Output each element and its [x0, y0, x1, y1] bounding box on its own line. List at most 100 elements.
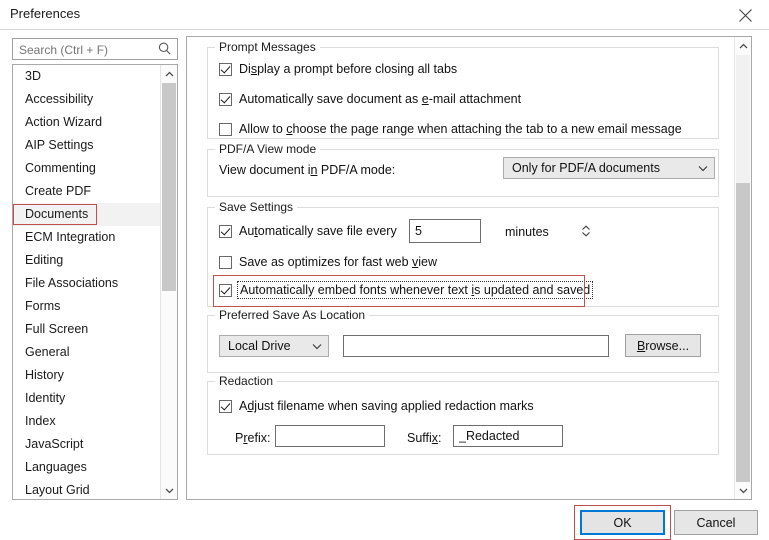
sidebar-item-action-wizard[interactable]: Action Wizard: [13, 111, 161, 134]
title-bar: Preferences: [0, 0, 769, 30]
label-prefix: Prefix:: [235, 431, 271, 445]
sidebar-item-label: JavaScript: [25, 437, 84, 451]
page-title: Preferences: [10, 6, 81, 21]
title-divider: [0, 29, 769, 30]
sidebar-item-label: AIP Settings: [25, 138, 94, 152]
checkbox-autosave-document-as-email-attachment[interactable]: Automatically save document as e-mail at…: [219, 92, 521, 106]
ok-button-label: OK: [613, 515, 632, 530]
sidebar-item-commenting[interactable]: Commenting: [13, 157, 161, 180]
dropdown-save-location-type[interactable]: Local Drive: [219, 335, 329, 357]
chevron-down-icon[interactable]: [735, 482, 751, 499]
label-view-document-in-pdfa-mode: View document in PDF/A mode:: [219, 163, 396, 177]
search-input[interactable]: [19, 41, 149, 59]
sidebar-item-label: Documents: [25, 207, 89, 221]
sidebar-item-3d[interactable]: 3D: [13, 65, 161, 88]
browse-button-label: Browse...: [636, 338, 690, 353]
group-title-pdfa-view-mode: PDF/A View mode: [215, 142, 321, 156]
checkbox-box[interactable]: [219, 92, 232, 106]
checkbox-box[interactable]: [219, 224, 232, 238]
sidebar-item-identity[interactable]: Identity: [13, 387, 161, 410]
stepper-buttons[interactable]: [581, 220, 591, 242]
sidebar-item-label: Create PDF: [25, 184, 91, 198]
category-list-items: 3D Accessibility Action Wizard AIP Setti…: [13, 65, 161, 499]
stepper-down-icon: [582, 232, 590, 237]
search-icon[interactable]: [158, 42, 171, 58]
settings-pane-scrollbar-track[interactable]: [736, 183, 750, 482]
chevron-up-icon[interactable]: [161, 65, 177, 82]
sidebar-item-layout-grid[interactable]: Layout Grid: [13, 479, 161, 499]
sidebar-item-editing[interactable]: Editing: [13, 249, 161, 272]
sidebar-item-forms[interactable]: Forms: [13, 295, 161, 318]
sidebar-item-label: Commenting: [25, 161, 96, 175]
label-suffix: Suffix:: [407, 431, 442, 445]
sidebar-item-label: 3D: [25, 69, 41, 83]
group-title-redaction: Redaction: [215, 374, 278, 388]
dropdown-pdfa-view-mode[interactable]: Only for PDF/A documents: [503, 157, 715, 179]
prefix-input[interactable]: [276, 426, 384, 446]
quantity-stepper-autosave-minutes[interactable]: [409, 219, 590, 243]
sidebar-item-history[interactable]: History: [13, 364, 161, 387]
chevron-down-icon[interactable]: [306, 343, 328, 350]
checkbox-adjust-filename-redaction[interactable]: Adjust filename when saving applied reda…: [219, 399, 534, 413]
dropdown-value: Only for PDF/A documents: [512, 161, 660, 175]
checkbox-box[interactable]: [219, 62, 232, 76]
autosave-minutes-input[interactable]: [410, 220, 581, 242]
sidebar-scrollbar[interactable]: [160, 65, 177, 499]
sidebar-item-documents[interactable]: Documents: [13, 203, 161, 226]
settings-pane-scrollbar-thumb[interactable]: [736, 55, 750, 183]
settings-pane: Prompt Messages Display a prompt before …: [186, 36, 752, 500]
save-location-path-input[interactable]: [344, 336, 608, 356]
checkbox-display-prompt-before-closing-tabs[interactable]: Display a prompt before closing all tabs: [219, 62, 457, 76]
checkbox-label: Adjust filename when saving applied reda…: [239, 399, 534, 413]
sidebar-item-languages[interactable]: Languages: [13, 456, 161, 479]
checkbox-label: Save as optimizes for fast web view: [239, 255, 438, 269]
chevron-down-icon[interactable]: [692, 165, 714, 172]
checkbox-box[interactable]: [219, 255, 232, 269]
sidebar-item-label: Index: [25, 414, 56, 428]
sidebar-item-label: Editing: [25, 253, 64, 267]
suffix-field[interactable]: [453, 425, 563, 447]
settings-pane-scrollbar[interactable]: [734, 37, 751, 499]
checkbox-box[interactable]: [219, 399, 232, 413]
cancel-button-label: Cancel: [696, 515, 736, 530]
settings-pane-content: Prompt Messages Display a prompt before …: [187, 37, 735, 499]
sidebar-item-label: ECM Integration: [25, 230, 116, 244]
sidebar-item-accessibility[interactable]: Accessibility: [13, 88, 161, 111]
category-list[interactable]: 3D Accessibility Action Wizard AIP Setti…: [12, 64, 178, 500]
ok-button[interactable]: OK: [580, 510, 665, 535]
group-title-prompt-messages: Prompt Messages: [215, 40, 320, 54]
sidebar-item-create-pdf[interactable]: Create PDF: [13, 180, 161, 203]
sidebar-item-index[interactable]: Index: [13, 410, 161, 433]
browse-button[interactable]: Browse...: [625, 334, 701, 357]
checkbox-box[interactable]: [219, 283, 232, 297]
chevron-down-icon[interactable]: [161, 482, 177, 499]
checkbox-box[interactable]: [219, 122, 232, 136]
checkbox-allow-choose-page-range[interactable]: Allow to choose the page range when atta…: [219, 122, 682, 136]
checkbox-automatically-embed-fonts[interactable]: Automatically embed fonts whenever text …: [219, 281, 594, 299]
sidebar-scrollbar-thumb[interactable]: [162, 83, 176, 291]
sidebar-item-aip-settings[interactable]: AIP Settings: [13, 134, 161, 157]
sidebar-item-general[interactable]: General: [13, 341, 161, 364]
sidebar-item-label: General: [25, 345, 70, 359]
search-box[interactable]: [12, 38, 178, 60]
prefix-field[interactable]: [275, 425, 385, 447]
sidebar-item-label: Action Wizard: [25, 115, 103, 129]
sidebar-item-label: File Associations: [25, 276, 119, 290]
close-icon[interactable]: [723, 0, 767, 30]
sidebar-item-full-screen[interactable]: Full Screen: [13, 318, 161, 341]
preferences-dialog: Preferences 3D Accessibility Action Wiza…: [0, 0, 769, 540]
sidebar-item-label: History: [25, 368, 64, 382]
checkbox-autosave-file-every[interactable]: Automatically save file every: [219, 224, 397, 238]
chevron-up-icon[interactable]: [735, 37, 751, 54]
sidebar-item-ecm-integration[interactable]: ECM Integration: [13, 226, 161, 249]
sidebar-item-label: Languages: [25, 460, 87, 474]
save-location-path-field[interactable]: [343, 335, 609, 357]
cancel-button[interactable]: Cancel: [674, 510, 758, 535]
suffix-input[interactable]: [454, 426, 562, 446]
checkbox-label: Automatically save document as e-mail at…: [239, 92, 522, 106]
group-title-save-settings: Save Settings: [215, 200, 298, 214]
sidebar-item-label: Identity: [25, 391, 66, 405]
sidebar-item-javascript[interactable]: JavaScript: [13, 433, 161, 456]
checkbox-save-optimizes-fast-web-view[interactable]: Save as optimizes for fast web view: [219, 255, 437, 269]
sidebar-item-file-associations[interactable]: File Associations: [13, 272, 161, 295]
